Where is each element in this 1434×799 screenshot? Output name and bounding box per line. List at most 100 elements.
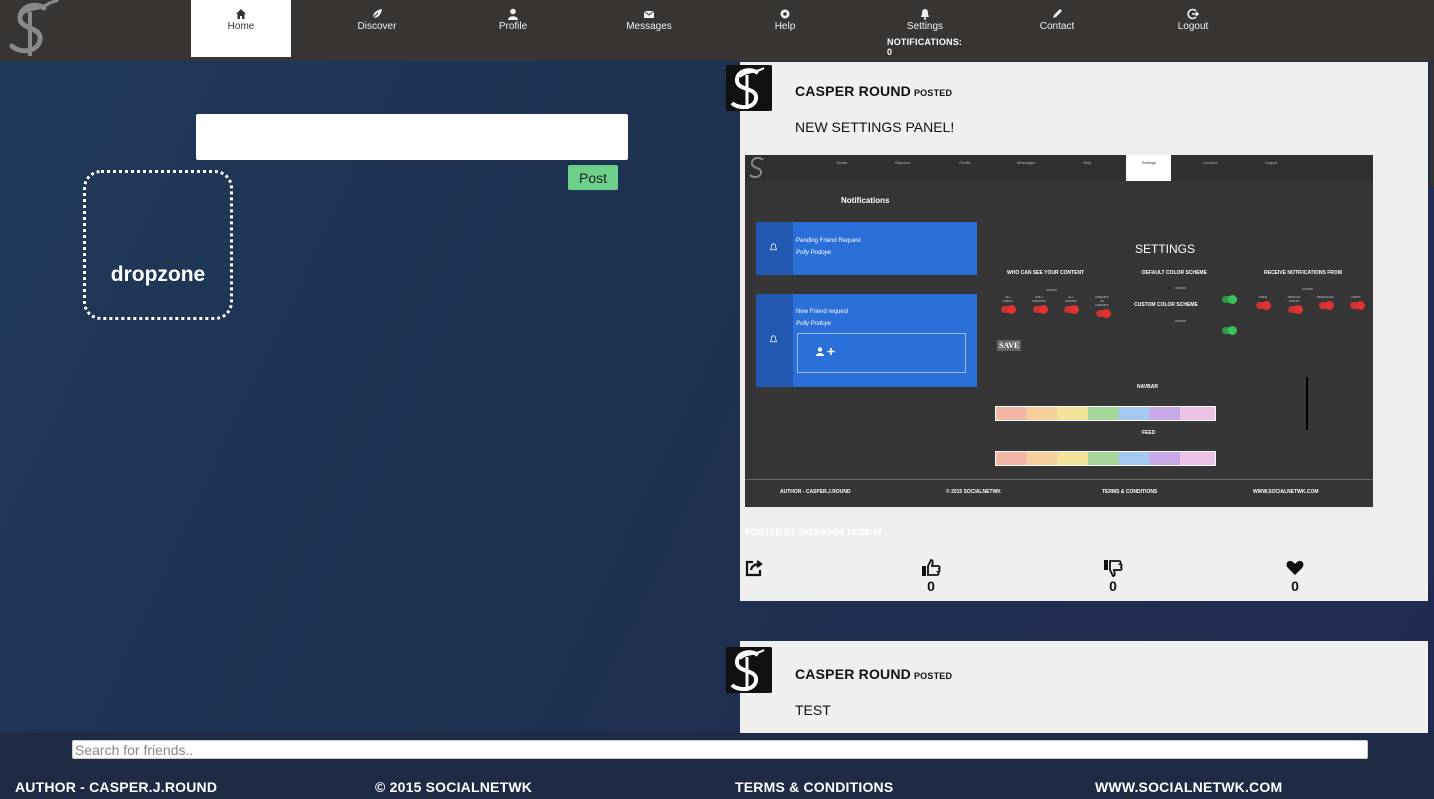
image-active-tab: [1126, 155, 1171, 181]
user-icon: [508, 8, 518, 20]
nav-logout[interactable]: Logout: [1143, 0, 1243, 57]
image-visibility-label: FRIENDS OF FRIENDS: [1095, 295, 1109, 307]
image-save-button: SAVE: [997, 340, 1022, 351]
image-notif1-title: Pending Friend Request: [796, 238, 861, 244]
image-add-user-icon: [816, 347, 835, 356]
image-onoff: ON/OFF: [1302, 287, 1314, 291]
image-nav-item: Help: [1082, 160, 1092, 165]
post-button[interactable]: Post: [568, 165, 618, 190]
image-default-scheme: DEFAULT COLOR SCHEME: [1142, 270, 1207, 276]
image-footer-copyright: © 2015 SOCIALNETWK: [946, 489, 1001, 495]
friend-search-input[interactable]: [72, 740, 1368, 759]
image-toggle: [1319, 301, 1334, 310]
image-visibility-label: ALL HIDDEN: [1065, 295, 1077, 303]
heart-button[interactable]: 0: [1280, 558, 1310, 594]
nav-discover[interactable]: Discover: [327, 0, 427, 57]
nav-settings-label: Settings: [906, 21, 944, 32]
heart-icon: [1286, 560, 1304, 575]
image-notif1-name: Polly Podoye: [796, 250, 832, 256]
help-icon: [780, 9, 790, 19]
nav-help[interactable]: Help: [735, 0, 835, 57]
footer: AUTHOR - CASPER.J.ROUND © 2015 SOCIALNET…: [0, 733, 1434, 799]
post-author[interactable]: CASPER ROUND POSTED: [795, 666, 952, 682]
dislike-button[interactable]: 0: [1098, 558, 1128, 594]
image-onoff: ON/OFF: [1175, 319, 1187, 323]
home-icon: [236, 9, 246, 19]
nav-home-label: Home: [227, 21, 255, 32]
post-image[interactable]: Home Discover Profile Messages Help Sett…: [745, 155, 1373, 507]
post-author-name: CASPER ROUND: [795, 666, 911, 682]
image-feed-label: FEED: [1142, 430, 1156, 436]
nav-profile[interactable]: Profile: [463, 0, 563, 57]
post-timestamp: POSTED AT 2015-09-04 18:26:47: [745, 527, 883, 537]
image-toggle: [1096, 309, 1111, 318]
image-toggle: [1064, 305, 1079, 314]
image-nav-item: Logout: [1264, 160, 1278, 165]
image-footer-author: AUTHOR - CASPER.J.ROUND: [780, 489, 851, 495]
image-notifications-title: Notifications: [841, 196, 890, 205]
footer-terms-link[interactable]: TERMS & CONDITIONS: [735, 779, 893, 795]
image-footer-terms: TERMS & CONDITIONS: [1102, 489, 1158, 495]
image-navbar: [745, 155, 1373, 181]
post-author[interactable]: CASPER ROUND POSTED: [795, 83, 952, 99]
image-nav-item: Messages: [1016, 160, 1036, 165]
image-visibility-label: ALL PUBLIC: [1002, 295, 1014, 303]
image-nav-item: Home: [836, 160, 848, 165]
image-navbar-palette: [995, 406, 1216, 421]
heart-count: 0: [1291, 578, 1299, 594]
nav-help-label: Help: [774, 21, 796, 32]
image-logo-icon: [749, 156, 764, 179]
notifications-count: 0: [887, 47, 893, 57]
notifications-label: NOTIFICATIONS:: [887, 37, 963, 47]
footer-author[interactable]: AUTHOR - CASPER.J.ROUND: [15, 779, 217, 795]
nav-contact-label: Contact: [1039, 21, 1075, 32]
feed-post: CASPER ROUND POSTED TEST: [726, 641, 1428, 733]
nav-home[interactable]: Home: [191, 0, 291, 57]
image-notif2-name: Polly Podoye: [796, 321, 832, 327]
dislike-count: 0: [1109, 578, 1117, 594]
image-footer-website: WWW.SOCIALNETWK.COM: [1253, 489, 1319, 495]
image-toggle: [1222, 295, 1237, 304]
image-receive-from: RECEIVE NOTIFICATIONS FROM: [1264, 270, 1342, 276]
image-onoff: ON/OFF: [1175, 286, 1187, 290]
like-button[interactable]: 0: [916, 558, 946, 594]
post-text: NEW SETTINGS PANEL!: [795, 119, 955, 135]
image-notif2-title: New Friend request: [796, 309, 849, 315]
image-toggle: [1350, 301, 1365, 310]
image-feed-palette: [995, 451, 1216, 466]
logout-icon: [1187, 8, 1199, 20]
thumbs-up-icon: [922, 559, 941, 576]
share-icon: [745, 560, 763, 577]
image-toggle: [1001, 305, 1016, 314]
posted-label: POSTED: [913, 88, 953, 98]
image-onoff: ON/OFF: [1046, 288, 1058, 292]
feed-post: CASPER ROUND POSTED NEW SETTINGS PANEL! H…: [726, 62, 1428, 601]
pencil-icon: [1053, 9, 1062, 18]
nav-messages[interactable]: Messages: [599, 0, 699, 57]
image-who-can-see: WHO CAN SEE YOUR CONTENT: [1007, 270, 1085, 276]
image-toggle: [1033, 305, 1048, 314]
footer-website-link[interactable]: WWW.SOCIALNETWK.COM: [1095, 779, 1282, 795]
post-input[interactable]: [196, 114, 628, 160]
image-scrollbar: [1306, 377, 1308, 430]
avatar[interactable]: [726, 65, 772, 111]
image-add-friend-box: [797, 333, 966, 373]
dropzone[interactable]: dropzone: [83, 170, 233, 320]
envelope-icon: [643, 10, 655, 18]
avatar[interactable]: [726, 647, 772, 693]
page-scrollbar[interactable]: [1430, 62, 1434, 187]
image-visibility-label: ONLY FRIENDS: [1032, 295, 1046, 303]
image-footer-divider: [745, 479, 1373, 480]
site-logo[interactable]: [6, 0, 62, 58]
share-button[interactable]: [740, 558, 768, 578]
nav-profile-label: Profile: [498, 21, 528, 32]
image-receive-label: PROFILE POSTS: [1287, 295, 1301, 303]
image-receive-label: FEED: [1258, 295, 1267, 299]
top-navbar: Home Discover Profile Messages Help Sett…: [0, 0, 1434, 61]
post-text: TEST: [795, 702, 831, 718]
image-receive-label: MESSAGES: [1317, 295, 1334, 299]
nav-contact[interactable]: Contact: [1007, 0, 1107, 57]
notifications-indicator[interactable]: NOTIFICATIONS: 0: [887, 37, 962, 57]
image-nav-item: Profile: [959, 160, 971, 165]
image-bell-icon: [769, 243, 778, 251]
